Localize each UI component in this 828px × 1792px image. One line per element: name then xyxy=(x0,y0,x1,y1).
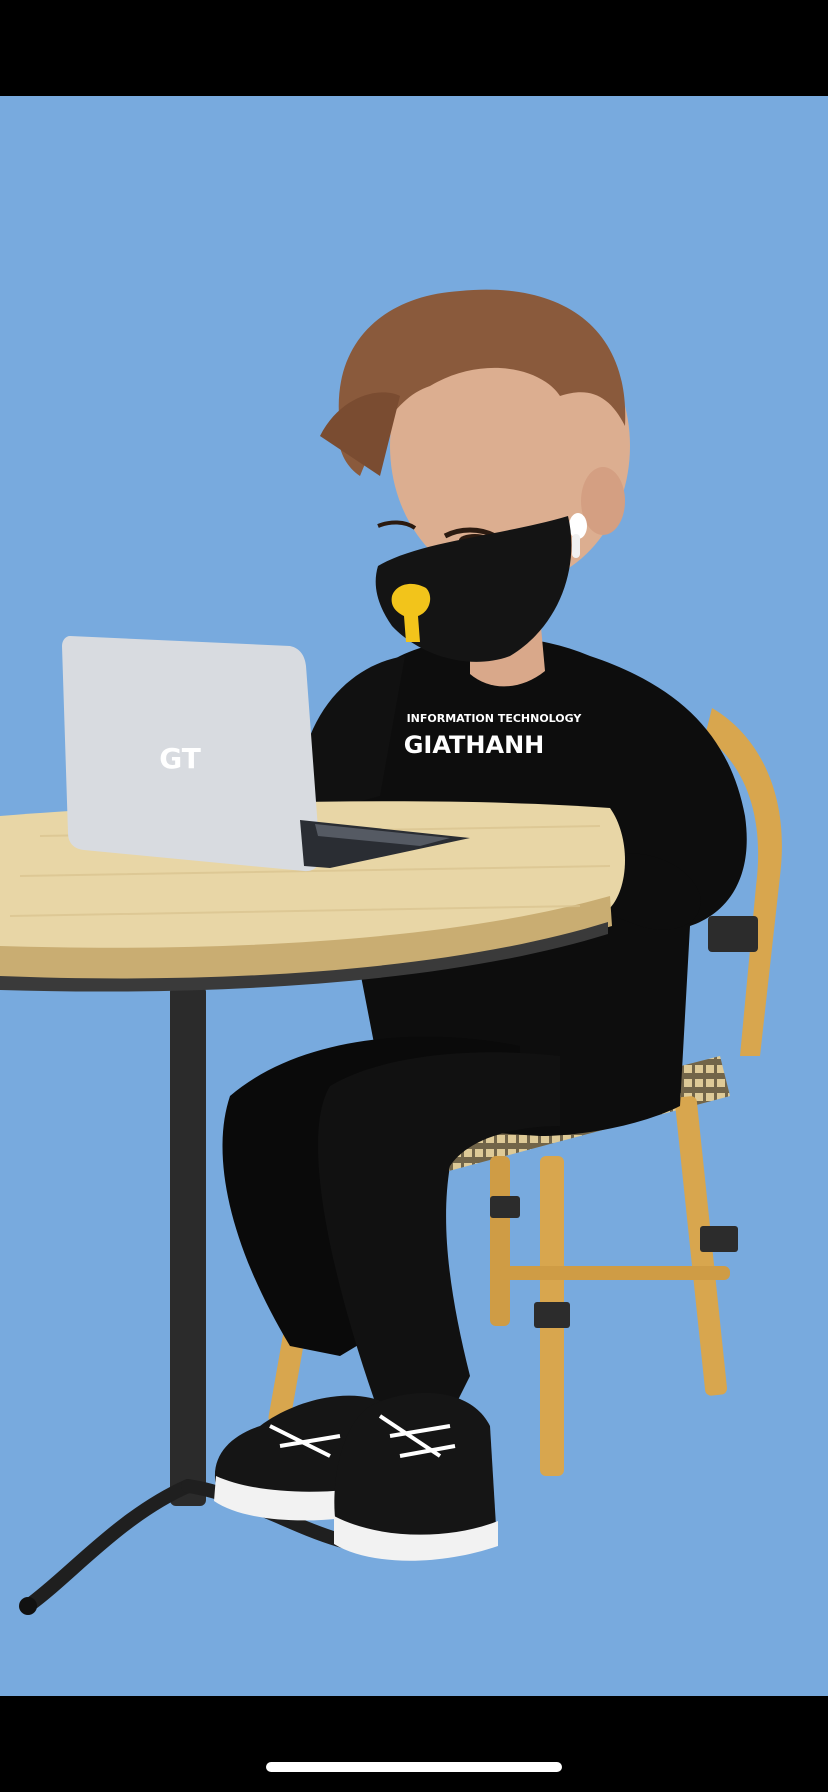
screen: INFORMATION TECHNOLOGY GIATHANH GT xyxy=(0,0,828,1792)
status-bar xyxy=(0,0,828,96)
shirt-large-text: GIATHANH xyxy=(404,731,545,759)
home-indicator[interactable] xyxy=(266,1762,562,1772)
avatar-scene: INFORMATION TECHNOLOGY GIATHANH GT xyxy=(0,96,828,1696)
laptop-lid-text: GT xyxy=(159,742,201,775)
shirt-small-text: INFORMATION TECHNOLOGY xyxy=(407,712,583,725)
avatar-illustration: INFORMATION TECHNOLOGY GIATHANH GT xyxy=(0,96,828,1696)
bottom-bar xyxy=(0,1696,828,1792)
